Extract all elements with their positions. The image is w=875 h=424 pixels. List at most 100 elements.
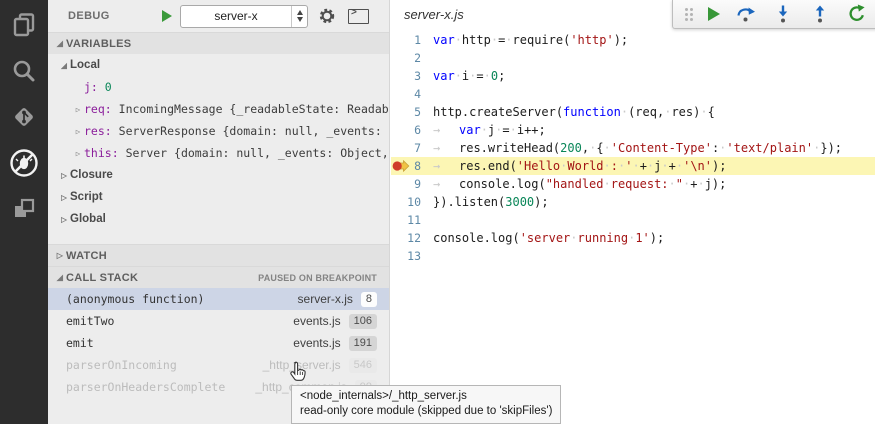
section-watch[interactable]: ▷ WATCH [48, 244, 389, 266]
stepper-icon [291, 6, 307, 27]
debug-icon[interactable] [7, 146, 41, 180]
variable-res[interactable]: ▷res: ServerResponse {domain: null, _eve… [48, 120, 389, 142]
line-number[interactable]: 12 [391, 231, 430, 245]
section-gap [48, 230, 389, 244]
restart-button[interactable] [846, 3, 868, 25]
launch-config-value: server-x [181, 9, 291, 23]
frame-function: emitTwo [66, 314, 114, 328]
code-line-5[interactable]: 5http.createServer(function·(req,·res)·{ [391, 103, 875, 121]
code-line-4[interactable]: 4 [391, 85, 875, 103]
frame-function: emit [66, 336, 94, 350]
skipfiles-tooltip: <node_internals>/_http_server.js read-on… [291, 385, 561, 424]
code-line-9[interactable]: 9→console.log("handled·request:·"·+·j); [391, 175, 875, 193]
line-number[interactable]: 7 [391, 141, 430, 155]
call-stack-label: CALL STACK [66, 272, 138, 284]
chevron-collapsed-icon: ▷ [54, 251, 66, 260]
frame-line-badge: 546 [349, 358, 377, 373]
variable-j[interactable]: j: 0 [48, 76, 389, 98]
toolbar-drag-handle[interactable] [683, 8, 693, 21]
chevron-expanded-icon: ◢ [54, 273, 66, 282]
line-number[interactable]: 5 [391, 105, 430, 119]
restart-icon [846, 3, 868, 25]
editor-pane: server-x.js 1var·http·=·require('http');… [391, 0, 875, 424]
tab-whitespace: → [433, 177, 459, 191]
chevron-expanded-icon: ◢ [54, 39, 66, 48]
code-line-2[interactable]: 2 [391, 49, 875, 67]
line-number[interactable]: 3 [391, 69, 430, 83]
variables-label: VARIABLES [66, 38, 131, 50]
frame-file: server-x.js [298, 292, 353, 306]
step-out-button[interactable] [809, 3, 831, 25]
launch-config-select[interactable]: server-x [180, 5, 308, 28]
debug-panel-header: DEBUG server-x > [48, 0, 389, 32]
files-icon [10, 11, 38, 39]
chevron-collapsed-icon: ▷ [58, 193, 70, 202]
frame-function: parserOnIncoming [66, 358, 177, 372]
extensions-icon[interactable] [7, 192, 41, 226]
chevron-collapsed-icon: ▷ [72, 149, 84, 158]
stack-frame[interactable]: parserOnIncoming _http_server.js 546 [48, 354, 389, 376]
line-number[interactable]: 2 [391, 51, 430, 65]
vscode-debug-window: DEBUG server-x > ◢ VARIABLES [0, 0, 875, 424]
line-number[interactable]: 1 [391, 33, 430, 47]
code-line-8[interactable]: 8→res.end('Hello·World·:·'·+·j·+·'\n'); [391, 157, 875, 175]
frame-file: events.js [293, 314, 340, 328]
activity-bar [0, 0, 48, 424]
scope-script[interactable]: ▷Script [48, 186, 389, 208]
line-number[interactable]: 6 [391, 123, 430, 137]
code-line-13[interactable]: 13 [391, 247, 875, 265]
code-line-1[interactable]: 1var·http·=·require('http'); [391, 31, 875, 49]
continue-button[interactable] [708, 7, 720, 21]
step-over-icon [735, 3, 757, 25]
code-line-3[interactable]: 3var·i·=·0; [391, 67, 875, 85]
code-line-6[interactable]: 6→var·j·=·i++; [391, 121, 875, 139]
variables-tree: ◢Localj: 0▷req: IncomingMessage {_readab… [48, 54, 389, 230]
chevron-expanded-icon: ◢ [58, 61, 70, 70]
frame-line-badge: 191 [349, 336, 377, 351]
editor-tab-title[interactable]: server-x.js [404, 7, 464, 22]
search-icon[interactable] [7, 54, 41, 88]
debug-console-button[interactable]: > [348, 9, 369, 24]
panel-title: DEBUG [68, 10, 110, 22]
step-into-button[interactable] [772, 3, 794, 25]
stack-frame[interactable]: emitevents.js191 [48, 332, 389, 354]
section-call-stack[interactable]: ◢ CALL STACK PAUSED ON BREAKPOINT [48, 266, 389, 288]
tooltip-reason: read-only core module (skipped due to 's… [300, 404, 552, 419]
line-number[interactable]: 4 [391, 87, 430, 101]
frame-line-badge: 106 [349, 314, 377, 329]
line-number[interactable]: 11 [391, 213, 430, 227]
stack-frame[interactable]: (anonymous function)server-x.js8 [48, 288, 389, 310]
scope-closure[interactable]: ▷Closure [48, 164, 389, 186]
frame-file: _http_server.js [263, 358, 341, 372]
scope-local[interactable]: ◢Local [48, 54, 389, 76]
stack-frame[interactable]: emitTwo events.js 106 [48, 310, 389, 332]
console-chevron-icon: > [351, 7, 357, 18]
code-line-10[interactable]: 10}).listen(3000); [391, 193, 875, 211]
line-number[interactable]: 9 [391, 177, 430, 191]
chevron-collapsed-icon: ▷ [58, 215, 70, 224]
scope-global[interactable]: ▷Global [48, 208, 389, 230]
call-stack-list: (anonymous function)server-x.js8emitTwoe… [48, 288, 389, 398]
chevron-collapsed-icon: ▷ [72, 127, 84, 136]
code-area[interactable]: 1var·http·=·require('http'); 2 3var·i·=·0;… [391, 31, 875, 265]
explorer-icon[interactable] [7, 8, 41, 42]
line-number[interactable]: 10 [391, 195, 430, 209]
paused-status-badge: PAUSED ON BREAKPOINT [258, 273, 377, 283]
code-line-7[interactable]: 7→res.writeHead(200,·{·'Content-Type':·'… [391, 139, 875, 157]
chevron-collapsed-icon: ▷ [58, 171, 70, 180]
source-control-icon[interactable] [7, 100, 41, 134]
start-debug-button[interactable] [162, 10, 172, 22]
configure-gear-button[interactable] [318, 7, 336, 25]
tab-whitespace: → [433, 141, 459, 155]
code-line-12[interactable]: 12console.log('server·running·1'); [391, 229, 875, 247]
variable-req[interactable]: ▷req: IncomingMessage {_readableState: R… [48, 98, 389, 120]
code-line-11[interactable]: 11 [391, 211, 875, 229]
step-over-button[interactable] [735, 3, 757, 25]
line-number[interactable]: 13 [391, 249, 430, 263]
tab-whitespace: → [433, 159, 459, 173]
section-variables[interactable]: ◢ VARIABLES [48, 32, 389, 54]
breakpoint-current-line-icon[interactable] [392, 160, 410, 172]
variable-this[interactable]: ▷this: Server {domain: null, _events: Ob… [48, 142, 389, 164]
step-out-icon [809, 3, 831, 25]
play-icon [708, 7, 720, 21]
